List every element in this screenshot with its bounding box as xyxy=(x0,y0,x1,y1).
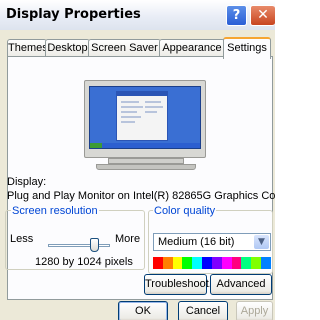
color-quality-select[interactable]: Medium (16 bit) ▼ xyxy=(153,233,271,251)
display-device-name: Plug and Play Monitor on Intel(R) 82865G… xyxy=(7,190,275,202)
tab-settings[interactable]: Settings xyxy=(223,37,271,59)
advanced-button[interactable]: Advanced xyxy=(210,274,272,295)
resolution-slider-thumb[interactable] xyxy=(90,238,100,252)
resolution-less-label: Less xyxy=(10,233,34,245)
tab-themes[interactable]: Themes xyxy=(7,39,48,57)
monitor-preview xyxy=(84,80,206,158)
ok-button[interactable]: OK xyxy=(118,301,168,320)
color-swatch xyxy=(211,257,222,269)
color-quality-selected: Medium (16 bit) xyxy=(158,236,235,248)
resolution-value: 1280 by 1024 pixels xyxy=(35,256,133,268)
color-spectrum-bar xyxy=(153,257,271,269)
desktop-preview-screen xyxy=(89,86,201,149)
screen-resolution-title: Screen resolution xyxy=(11,205,99,217)
color-swatch xyxy=(241,257,252,269)
troubleshoot-button[interactable]: Troubleshoot... xyxy=(144,274,218,295)
help-button[interactable]: ? xyxy=(226,5,247,26)
color-swatch xyxy=(162,257,173,269)
preview-start-button xyxy=(90,143,102,148)
tab-screen-saver[interactable]: Screen Saver xyxy=(88,39,161,57)
display-properties-window: Display Properties ? ✕ Themes Desktop Sc… xyxy=(0,0,275,320)
color-swatch xyxy=(172,257,183,269)
color-quality-title: Color quality xyxy=(153,205,217,217)
color-swatch xyxy=(182,257,193,269)
display-label: Display: xyxy=(7,176,47,188)
preview-window xyxy=(116,91,168,141)
monitor-stand xyxy=(96,164,196,170)
tab-appearance[interactable]: Appearance xyxy=(159,39,225,57)
resolution-slider-track[interactable] xyxy=(48,244,110,247)
color-swatch xyxy=(221,257,232,269)
color-swatch xyxy=(231,257,242,269)
color-swatch xyxy=(261,257,271,269)
color-swatch xyxy=(251,257,262,269)
resolution-more-label: More xyxy=(115,233,141,245)
tab-desktop[interactable]: Desktop xyxy=(45,39,90,57)
title-bar[interactable]: Display Properties ? ✕ xyxy=(0,0,275,30)
color-swatch xyxy=(192,257,203,269)
cancel-button[interactable]: Cancel xyxy=(178,301,228,320)
preview-taskbar xyxy=(90,143,200,148)
close-button[interactable]: ✕ xyxy=(250,5,275,26)
chevron-down-icon[interactable]: ▼ xyxy=(254,235,269,249)
window-title: Display Properties xyxy=(6,7,141,22)
apply-button[interactable]: Apply xyxy=(236,301,273,320)
color-swatch xyxy=(202,257,212,269)
color-swatch xyxy=(153,257,163,269)
